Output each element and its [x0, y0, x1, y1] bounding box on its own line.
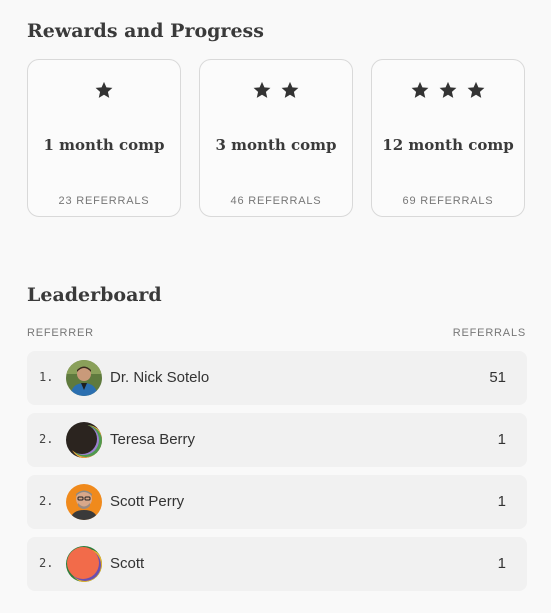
referrer-name[interactable]: Scott [110, 555, 144, 572]
referral-count: 1 [497, 555, 506, 572]
rank: 2. [39, 432, 54, 446]
star-icon [438, 80, 458, 100]
star-rating [200, 80, 352, 102]
rank: 2. [39, 494, 54, 508]
referrer-name[interactable]: Dr. Nick Sotelo [110, 369, 209, 386]
reward-name: 12 month comp [382, 136, 514, 154]
reward-requirement: 69 REFERRALS [402, 195, 494, 207]
avatar[interactable] [66, 546, 102, 582]
leaderboard-row[interactable]: 2. Scott 1 [27, 537, 527, 591]
star-icon [280, 80, 300, 100]
star-icon [466, 80, 486, 100]
avatar[interactable] [66, 422, 102, 458]
referral-count: 1 [497, 431, 506, 448]
referral-count: 1 [497, 493, 506, 510]
column-header-referrer: REFERRER [27, 327, 94, 339]
rank: 2. [39, 556, 54, 570]
reward-requirement: 46 REFERRALS [230, 195, 322, 207]
reward-requirement: 23 REFERRALS [58, 195, 150, 207]
star-rating [372, 80, 524, 102]
rank: 1. [39, 370, 54, 384]
leaderboard-title: Leaderboard [27, 284, 162, 306]
reward-name: 3 month comp [215, 136, 337, 154]
reward-card-3-month[interactable]: 3 month comp 46 REFERRALS [199, 59, 353, 217]
avatar[interactable] [66, 484, 102, 520]
column-header-referrals: REFERRALS [452, 327, 526, 339]
reward-card-1-month[interactable]: 1 month comp 23 REFERRALS [27, 59, 181, 217]
star-icon [94, 80, 114, 100]
rewards-page: Rewards and Progress 1 month comp 23 REF… [0, 0, 551, 613]
star-icon [410, 80, 430, 100]
reward-name: 1 month comp [43, 136, 165, 154]
referrer-name[interactable]: Teresa Berry [110, 431, 195, 448]
referrer-name[interactable]: Scott Perry [110, 493, 184, 510]
leaderboard-row[interactable]: 2. Scott Perry 1 [27, 475, 527, 529]
star-icon [252, 80, 272, 100]
leaderboard-row[interactable]: 2. Teresa Berry 1 [27, 413, 527, 467]
referral-count: 51 [489, 369, 506, 386]
star-rating [28, 80, 180, 102]
leaderboard-row[interactable]: 1. Dr. Nick Sotelo 51 [27, 351, 527, 405]
avatar[interactable] [66, 360, 102, 396]
reward-card-12-month[interactable]: 12 month comp 69 REFERRALS [371, 59, 525, 217]
rewards-title: Rewards and Progress [27, 20, 264, 42]
